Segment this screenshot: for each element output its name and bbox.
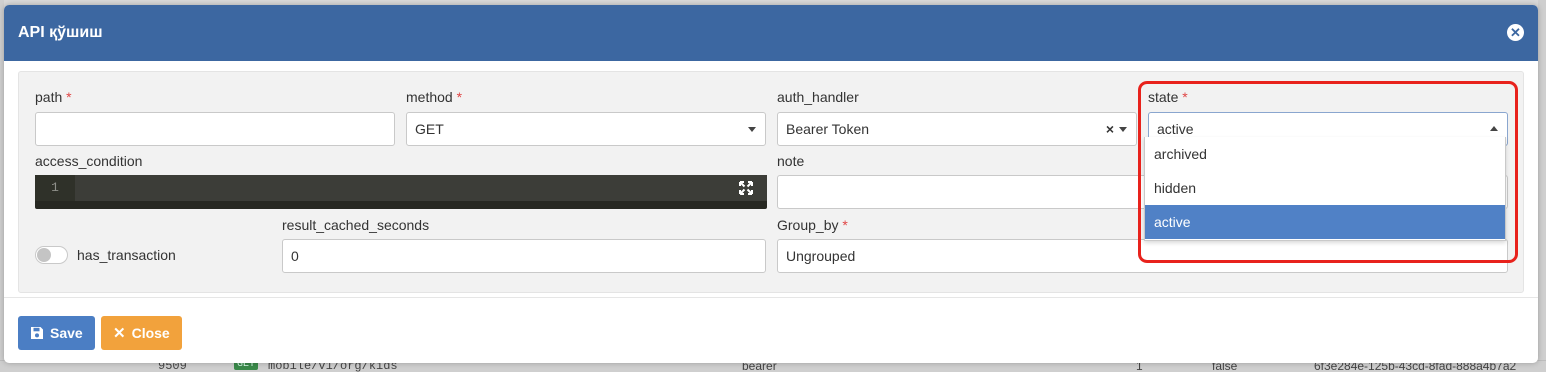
result-cached-seconds-label: result_cached_seconds <box>282 217 429 233</box>
note-label-text: note <box>777 153 805 169</box>
floppy-disk-icon <box>31 327 43 339</box>
access-condition-editor[interactable]: 1 <box>35 175 767 209</box>
has-transaction-label-text: has_transaction <box>77 247 176 263</box>
state-label: state * <box>1148 89 1188 105</box>
auth-handler-value: Bearer Token <box>786 121 870 137</box>
state-dropdown-menu: archived hidden active <box>1144 137 1506 241</box>
close-circle-icon[interactable]: ✕ <box>1507 24 1524 41</box>
required-mark: * <box>1182 89 1188 105</box>
path-label: path * <box>35 89 72 105</box>
auth-handler-label-text: auth_handler <box>777 89 859 105</box>
note-label: note <box>777 153 804 169</box>
expand-icon[interactable] <box>739 181 753 195</box>
required-mark: * <box>456 89 463 105</box>
line-number: 1 <box>35 175 75 201</box>
state-option-active[interactable]: active <box>1145 205 1505 239</box>
result-cached-seconds-input[interactable]: 0 <box>282 239 766 273</box>
chevron-down-icon <box>1119 127 1127 132</box>
has-transaction-toggle[interactable] <box>35 246 68 264</box>
save-button-label: Save <box>50 325 83 341</box>
path-input[interactable] <box>35 112 395 146</box>
close-button[interactable]: ✕ Close <box>101 316 182 350</box>
code-line[interactable] <box>75 175 767 201</box>
has-transaction-label: has_transaction <box>77 247 176 263</box>
chevron-down-icon <box>748 127 756 132</box>
modal-header: API қўшиш ✕ <box>4 5 1538 61</box>
auth-handler-label: auth_handler <box>777 89 859 105</box>
group-by-label-text: Group_by <box>777 217 839 233</box>
state-value: active <box>1157 121 1194 137</box>
access-condition-label-text: access_condition <box>35 153 143 169</box>
method-select[interactable]: GET <box>406 112 766 146</box>
auth-handler-select[interactable]: Bearer Token × <box>777 112 1137 146</box>
save-button[interactable]: Save <box>18 316 95 350</box>
group-by-label: Group_by * <box>777 217 848 233</box>
state-label-text: state <box>1148 89 1179 105</box>
required-mark: * <box>66 89 72 105</box>
toggle-knob <box>37 248 51 262</box>
background-edge <box>1538 0 1546 372</box>
method-value: GET <box>415 121 444 137</box>
result-cached-seconds-label-text: result_cached_seconds <box>282 217 430 233</box>
close-button-label: Close <box>131 325 170 341</box>
state-option-archived[interactable]: archived <box>1145 137 1505 171</box>
clear-icon[interactable]: × <box>1106 113 1114 145</box>
chevron-up-icon <box>1490 126 1498 131</box>
path-label-text: path <box>35 89 63 105</box>
method-label-text: method <box>406 89 453 105</box>
modal-title: API қўшиш <box>18 24 103 41</box>
method-label: method * <box>406 89 462 105</box>
group-by-value: Ungrouped <box>786 248 856 264</box>
close-icon: ✕ <box>113 325 126 342</box>
state-option-hidden[interactable]: hidden <box>1145 171 1505 205</box>
group-by-select[interactable]: Ungrouped <box>777 239 1508 273</box>
access-condition-label: access_condition <box>35 153 142 169</box>
required-mark: * <box>842 217 848 233</box>
modal-footer: Save ✕ Close <box>4 297 1538 363</box>
